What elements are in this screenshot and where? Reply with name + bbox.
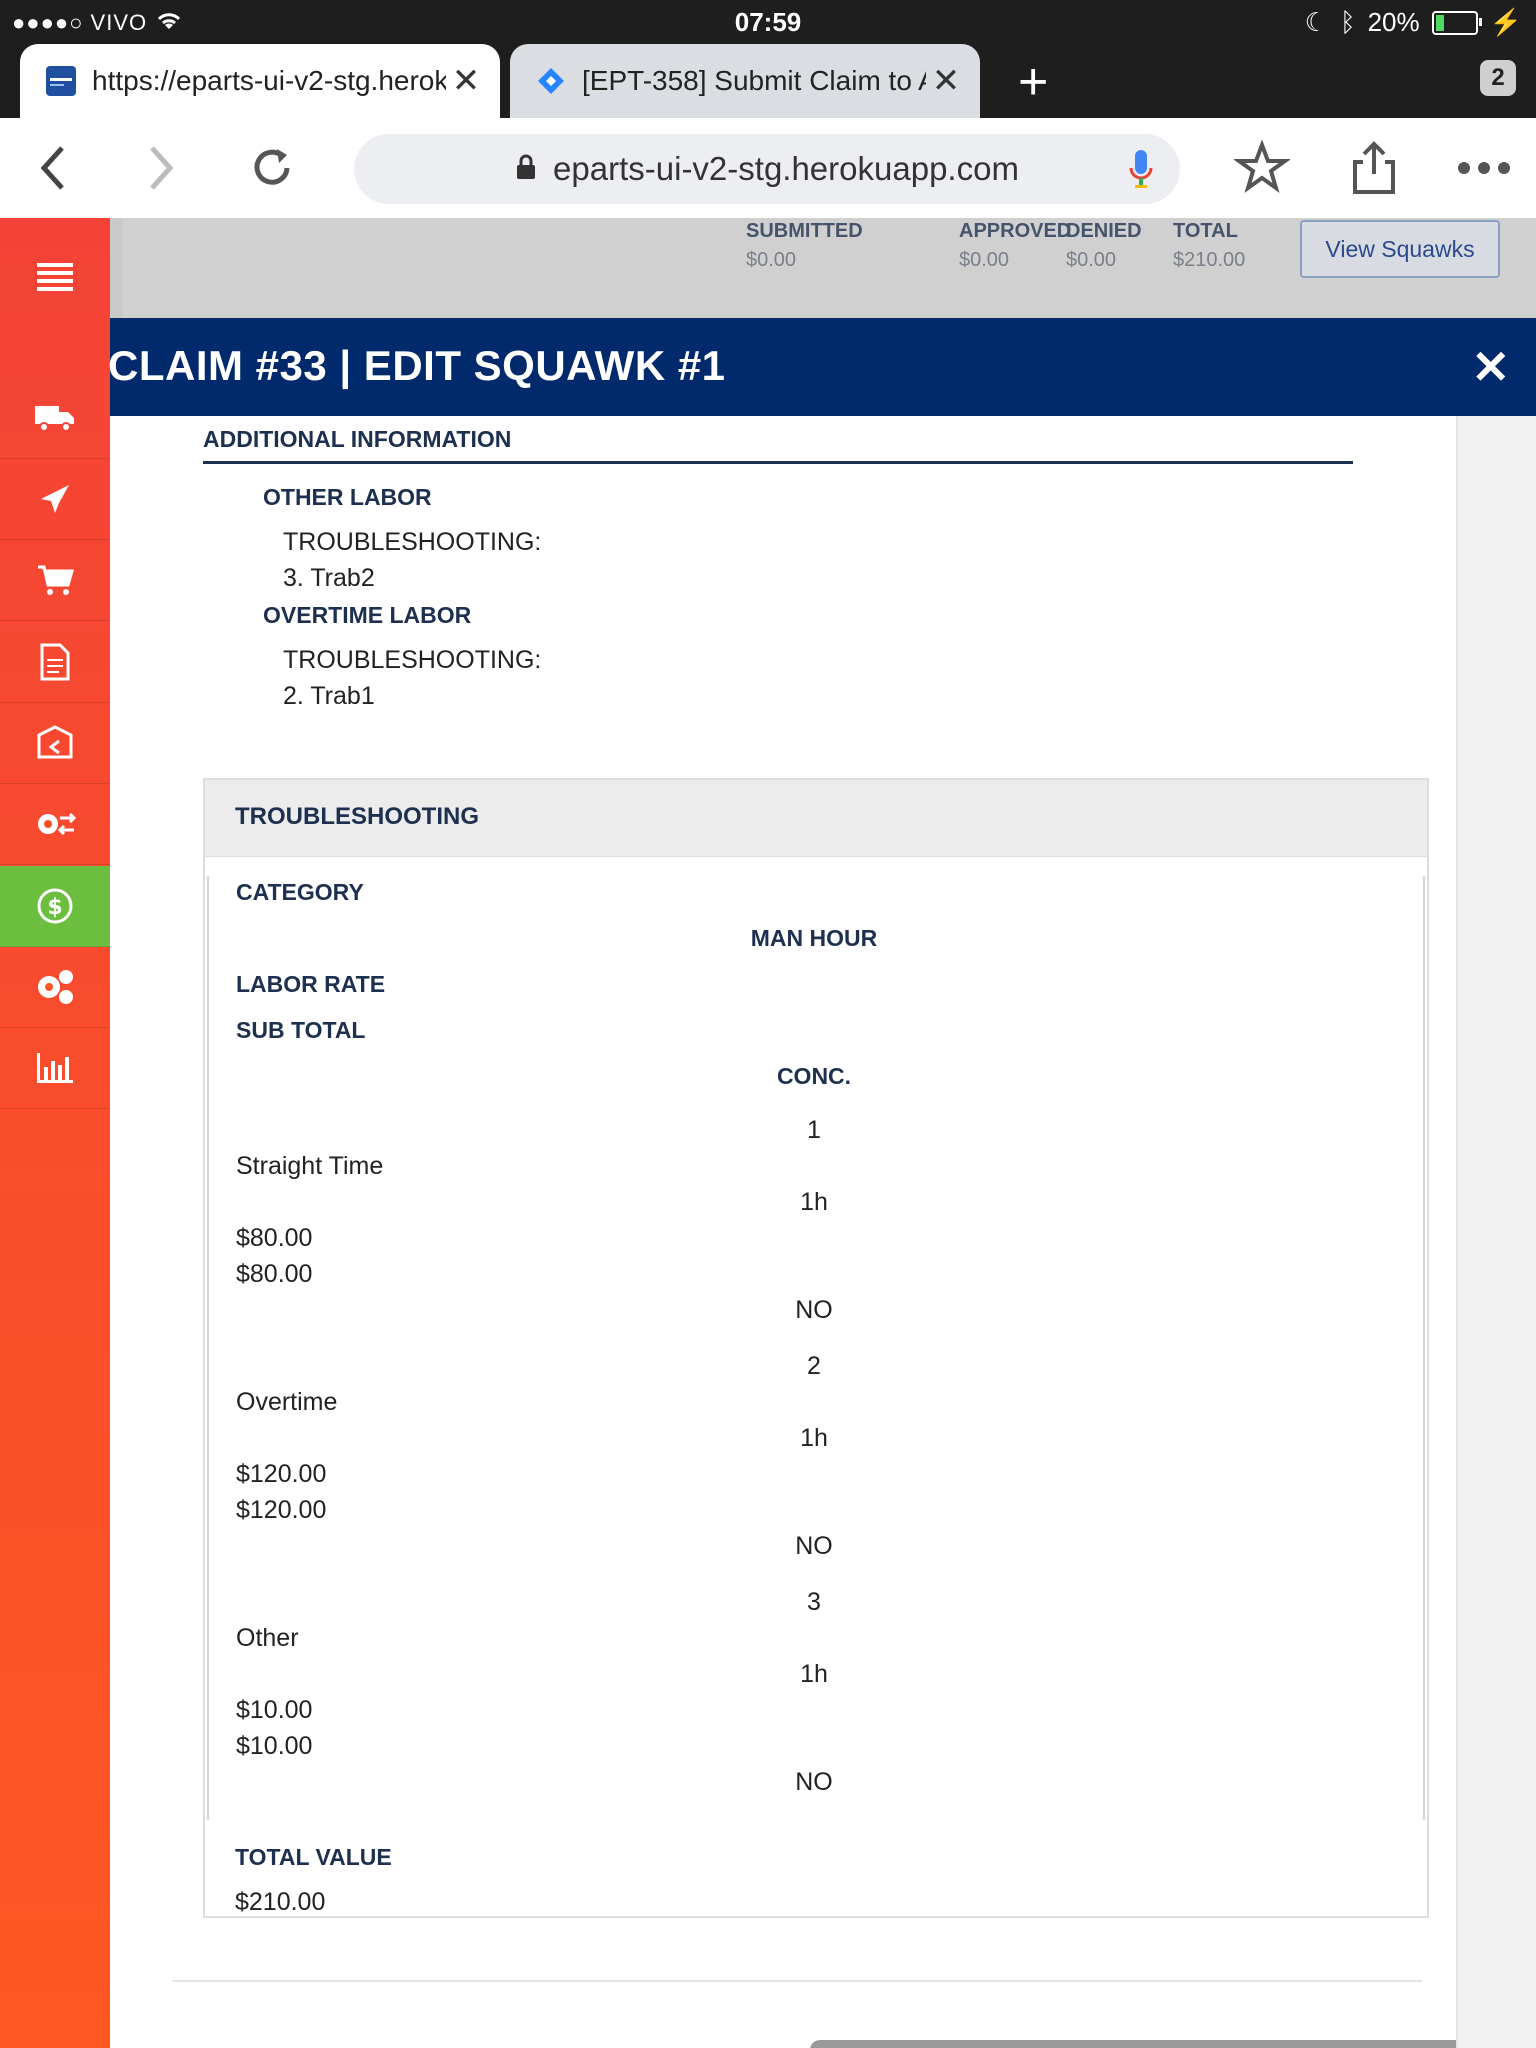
- menu-icon[interactable]: [0, 218, 110, 338]
- row-man-hour: 1h: [800, 1660, 828, 1688]
- total-value: $210.00: [235, 1888, 326, 1916]
- battery-percent: 20%: [1367, 7, 1420, 37]
- troubleshooting-panel: TROUBLESHOOTING CATEGORY MAN HOUR LABOR …: [203, 778, 1429, 1918]
- section-divider: [172, 1980, 1422, 1982]
- row-index: 1: [807, 1116, 821, 1144]
- url-text: eparts-ui-v2-stg.herokuapp.com: [553, 150, 1019, 187]
- total-value-label: TOTAL VALUE: [235, 1844, 392, 1870]
- moon-icon: ☾: [1304, 7, 1328, 37]
- row-sub-total: $80.00: [236, 1260, 313, 1288]
- gear-exchange-icon[interactable]: [0, 784, 110, 865]
- row-man-hour: 1h: [800, 1188, 828, 1216]
- conc-column-header: CONC.: [776, 1063, 852, 1089]
- eparts-favicon-icon: [46, 66, 76, 96]
- tab-eparts[interactable]: https://eparts-ui-v2-stg.herokuapp.com ✕: [20, 44, 500, 118]
- row-man-hour: 1h: [800, 1424, 828, 1452]
- jira-icon: [536, 66, 566, 96]
- battery-icon: [1431, 10, 1482, 35]
- gears-icon[interactable]: [0, 947, 110, 1028]
- truck-icon[interactable]: [0, 378, 110, 459]
- row-index: 2: [807, 1352, 821, 1380]
- row-conc: NO: [795, 1532, 833, 1560]
- bar-chart-icon[interactable]: [0, 1028, 110, 1109]
- tab-strip: https://eparts-ui-v2-stg.herokuapp.com ✕…: [0, 42, 1536, 118]
- sub-total-column-header: SUB TOTAL: [236, 1017, 366, 1043]
- footer-button-edge[interactable]: [810, 2040, 1456, 2048]
- tab-title: [EPT-358] Submit Claim to Approval: [582, 65, 926, 96]
- dollar-cycle-icon[interactable]: $: [0, 866, 110, 947]
- modal-title: CLAIM #33 | EDIT SQUAWK #1: [108, 342, 726, 389]
- row-category: Straight Time: [236, 1152, 384, 1180]
- row-conc: NO: [795, 1768, 833, 1796]
- category-column-header: CATEGORY: [236, 879, 364, 905]
- close-tab-icon[interactable]: ✕: [926, 61, 966, 101]
- troubleshooting-panel-header: TROUBLESHOOTING: [205, 780, 1427, 857]
- cart-icon[interactable]: [0, 540, 110, 621]
- new-tab-icon[interactable]: +: [1018, 52, 1048, 112]
- share-icon[interactable]: [1342, 136, 1406, 200]
- close-tab-icon[interactable]: ✕: [446, 61, 486, 101]
- troubleshooting-heading: TROUBLESHOOTING: [235, 803, 479, 830]
- row-sub-total: $10.00: [236, 1732, 313, 1760]
- row-labor-rate: $80.00: [236, 1224, 313, 1252]
- denied-stat: DENIED $0.00: [1066, 220, 1142, 271]
- approved-stat: APPROVED $0.00: [959, 220, 1072, 271]
- row-sub-total: $120.00: [236, 1496, 327, 1524]
- more-menu-icon[interactable]: [1452, 136, 1516, 200]
- row-labor-rate: $10.00: [236, 1696, 313, 1724]
- status-bar: ●●●●○ VIVO 07:59 ☾ ᛒ 20% ⚡: [0, 0, 1536, 42]
- total-stat: TOTAL $210.00: [1173, 220, 1246, 271]
- row-labor-rate: $120.00: [236, 1460, 327, 1488]
- submitted-stat: SUBMITTED $0.00: [746, 220, 863, 271]
- reload-icon[interactable]: [240, 136, 304, 200]
- bluetooth-icon: ᛒ: [1339, 7, 1356, 37]
- overtime-labor-heading: OVERTIME LABOR: [263, 602, 472, 628]
- back-icon[interactable]: [22, 136, 86, 200]
- row-category: Overtime: [236, 1388, 338, 1416]
- row-category: Other: [236, 1624, 299, 1652]
- man-hour-column-header: MAN HOUR: [750, 925, 878, 951]
- other-labor-label: TROUBLESHOOTING:: [283, 528, 542, 556]
- browser-toolbar: eparts-ui-v2-stg.herokuapp.com: [0, 118, 1536, 219]
- bookmark-star-icon[interactable]: [1230, 136, 1294, 200]
- tab-jira[interactable]: [EPT-358] Submit Claim to Approval ✕: [510, 44, 980, 118]
- row-conc: NO: [795, 1296, 833, 1324]
- modal-body: ADDITIONAL INFORMATION OTHER LABOR TROUB…: [110, 416, 1458, 2048]
- labor-rate-column-header: LABOR RATE: [236, 971, 386, 997]
- box-return-icon[interactable]: [0, 703, 110, 784]
- additional-info-heading: ADDITIONAL INFORMATION: [203, 426, 1353, 464]
- tab-title: https://eparts-ui-v2-stg.herokuapp.com: [92, 65, 446, 96]
- overtime-labor-label: TROUBLESHOOTING:: [283, 646, 542, 674]
- address-bar[interactable]: eparts-ui-v2-stg.herokuapp.com: [354, 134, 1180, 204]
- plane-icon[interactable]: [0, 459, 110, 540]
- modal-header: CLAIM #33 | EDIT SQUAWK #1 ✕: [108, 318, 1536, 416]
- tab-count-button[interactable]: 2: [1480, 60, 1516, 96]
- close-icon[interactable]: ✕: [1471, 340, 1510, 394]
- row-index: 3: [807, 1588, 821, 1616]
- overtime-labor-value: 2. Trab1: [283, 682, 375, 710]
- svg-text:$: $: [47, 895, 62, 920]
- document-icon[interactable]: [0, 622, 110, 703]
- charging-icon: ⚡: [1489, 7, 1522, 37]
- view-squawks-button[interactable]: View Squawks: [1300, 220, 1500, 278]
- sidebar: $: [0, 218, 110, 2048]
- other-labor-heading: OTHER LABOR: [263, 484, 432, 510]
- other-labor-value: 3. Trab2: [283, 564, 375, 592]
- microphone-icon[interactable]: [1128, 148, 1154, 198]
- lock-icon: [515, 150, 537, 188]
- forward-icon[interactable]: [128, 136, 192, 200]
